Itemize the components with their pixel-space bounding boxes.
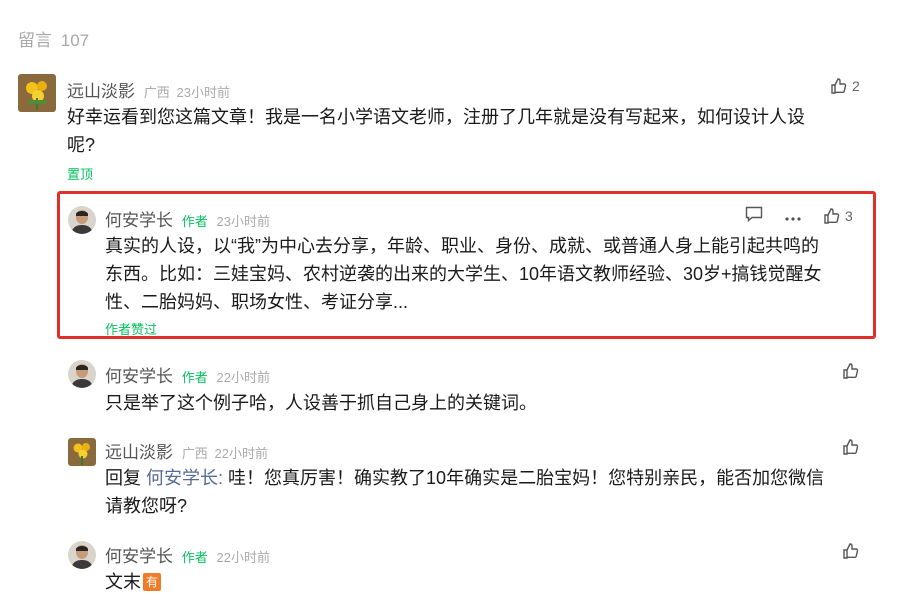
thumb-up-icon (842, 542, 860, 560)
comments-header: 留言 107 (18, 26, 93, 51)
reply-text-line: 真实的人设，以“我”为中心去分享，年龄、职业、身份、成就、或普通人身上能引起共鸣… (105, 236, 819, 256)
like-button[interactable] (842, 438, 860, 456)
timestamp: 23小时前 (216, 214, 270, 229)
avatar[interactable] (18, 74, 56, 112)
author-name[interactable]: 何安学长 (105, 367, 173, 386)
avatar[interactable] (68, 360, 96, 388)
timestamp: 22小时前 (216, 550, 270, 565)
reply-prefix: 回复 (105, 468, 141, 488)
more-icon[interactable] (785, 208, 801, 224)
reply-text-line: 性、二胎妈妈、职场女性、考证分享... (105, 292, 409, 312)
comment-text-line: 呢? (67, 135, 96, 155)
avatar[interactable] (68, 541, 96, 569)
comments-count: 107 (60, 31, 90, 50)
timestamp: 23小时前 (176, 85, 230, 100)
like-count: 3 (845, 207, 853, 224)
region: 广西 (143, 85, 170, 100)
comment-text: 好幸运看到您这篇文章！我是一名小学语文老师，注册了几年就是没有写起来，如何设计人… (67, 103, 857, 159)
reply-text-line: 回复 何安学长: 哇！您真厉害！确实教了10年确实是二胎宝妈！您特别亲民，能否加… (105, 464, 865, 492)
reply-icon[interactable] (745, 206, 763, 225)
reply-text: 真实的人设，以“我”为中心去分享，年龄、职业、身份、成就、或普通人身上能引起共鸣… (105, 232, 865, 316)
like-button[interactable] (842, 542, 860, 560)
avatar[interactable] (68, 438, 96, 466)
author-tag: 作者 (181, 370, 208, 385)
reply-text: 只是举了这个例子哈，人设善于抓自己身上的关键词。 (105, 393, 537, 413)
region: 广西 (181, 446, 208, 461)
author-name[interactable]: 何安学长 (105, 547, 173, 566)
author-liked-label: 作者赞过 (105, 322, 158, 337)
thumb-up-icon (823, 207, 841, 225)
reply-text: 回复 何安学长: 哇！您真厉害！确实教了10年确实是二胎宝妈！您特别亲民，能否加… (105, 464, 865, 520)
pinned-label: 置顶 (67, 167, 94, 182)
thumb-up-icon (842, 438, 860, 456)
reply-text-line: 东西。比如：三娃宝妈、农村逆袭的出来的大学生、10年语文教师经验、30岁+搞钱觉… (105, 264, 822, 284)
comment-text-line: 好幸运看到您这篇文章！我是一名小学语文老师，注册了几年就是没有写起来，如何设计人… (67, 107, 805, 127)
author-tag: 作者 (181, 550, 208, 565)
like-button[interactable] (842, 362, 860, 380)
emoji-badge: 有 (143, 573, 161, 591)
author-name[interactable]: 远山淡影 (105, 443, 173, 462)
like-button[interactable]: 3 (823, 207, 853, 225)
reply-author: 远山淡影 广西 22小时前 (105, 438, 268, 463)
reply-author: 何安学长 作者 22小时前 (105, 542, 270, 567)
timestamp: 22小时前 (216, 370, 270, 385)
timestamp: 22小时前 (214, 446, 268, 461)
reply-actions: 3 (745, 206, 853, 225)
comment-author: 远山淡影 广西 23小时前 (67, 77, 230, 102)
like-count: 2 (852, 78, 860, 94)
thumb-up-icon (842, 362, 860, 380)
thumb-up-icon (830, 77, 848, 95)
reply-text-line: 请教您呀? (105, 496, 188, 516)
avatar[interactable] (68, 206, 96, 234)
reply-author: 何安学长 作者 23小时前 (105, 206, 270, 231)
author-name[interactable]: 远山淡影 (67, 82, 135, 101)
comments-label: 留言 (18, 31, 52, 50)
like-button[interactable]: 2 (830, 77, 860, 95)
reply-text: 文末有 (105, 568, 865, 596)
author-name[interactable]: 何安学长 (105, 211, 173, 230)
author-tag: 作者 (181, 214, 208, 229)
reply-author: 何安学长 作者 22小时前 (105, 362, 270, 387)
reply-text-body: 文末 (105, 572, 141, 592)
reply-to-link[interactable]: 何安学长: (146, 468, 223, 488)
reply-text-body: 哇！您真厉害！确实教了10年确实是二胎宝妈！您特别亲民，能否加您微信 (228, 468, 825, 488)
